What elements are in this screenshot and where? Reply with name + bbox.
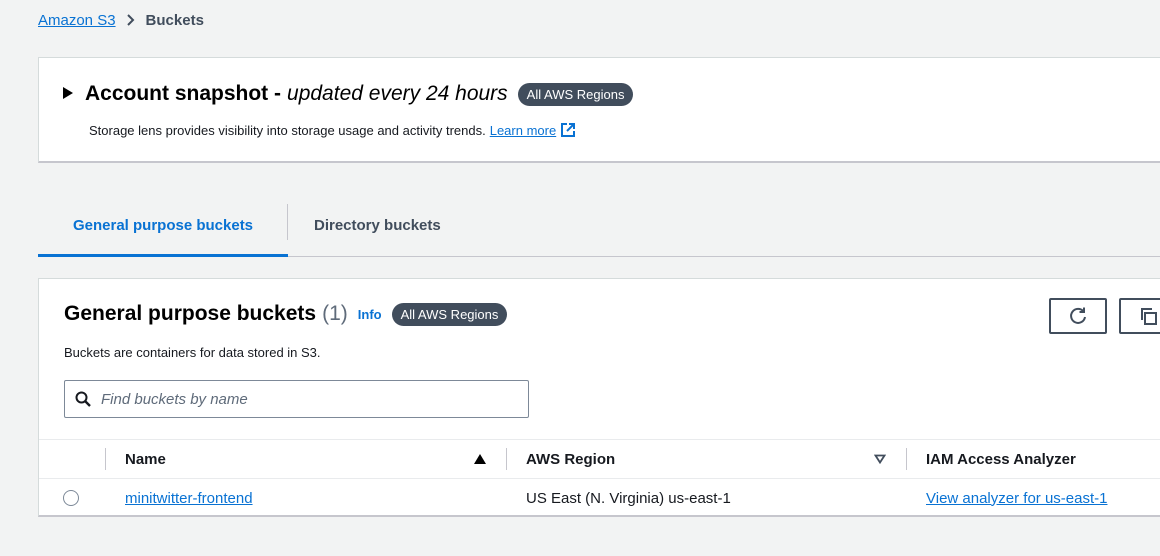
account-snapshot-subtitle: updated every 24 hours xyxy=(287,82,508,105)
refresh-icon xyxy=(1070,307,1086,324)
table-row: minitwitter-frontend US East (N. Virgini… xyxy=(39,479,1160,517)
tab-divider xyxy=(287,204,288,240)
column-divider xyxy=(906,448,907,470)
account-snapshot-panel: Account snapshot - updated every 24 hour… xyxy=(38,57,1160,163)
region-badge: All AWS Regions xyxy=(391,302,508,326)
sort-asc-icon[interactable] xyxy=(473,440,487,478)
breadcrumb-amazon-s3-link[interactable]: Amazon S3 xyxy=(38,12,116,29)
account-snapshot-header[interactable]: Account snapshot - updated every 24 hour… xyxy=(63,82,634,106)
breadcrumb-separator-icon xyxy=(126,13,136,29)
snapshot-description-text: Storage lens provides visibility into st… xyxy=(89,122,486,138)
search-input[interactable] xyxy=(99,389,503,409)
breadcrumb: Amazon S3 Buckets xyxy=(38,12,204,29)
row-select-radio[interactable] xyxy=(63,490,79,506)
general-purpose-buckets-panel: General purpose buckets (1) Info All AWS… xyxy=(38,278,1160,517)
account-snapshot-description: Storage lens provides visibility into st… xyxy=(89,122,576,138)
bucket-region-cell: US East (N. Virginia) us-east-1 xyxy=(526,489,731,507)
column-header-region[interactable]: AWS Region xyxy=(526,440,615,478)
tab-directory-buckets[interactable]: Directory buckets xyxy=(314,196,441,254)
account-snapshot-title: Account snapshot - xyxy=(85,82,282,105)
caret-right-icon[interactable] xyxy=(63,86,73,102)
bucket-name-link[interactable]: minitwitter-frontend xyxy=(125,490,253,507)
view-analyzer-link[interactable]: View analyzer for us-east-1 xyxy=(926,490,1107,507)
search-field[interactable] xyxy=(64,380,529,418)
buckets-header: General purpose buckets (1) Info All AWS… xyxy=(64,302,508,326)
tab-general-purpose-buckets[interactable]: General purpose buckets xyxy=(38,196,288,257)
access-analyzer-cell: View analyzer for us-east-1 xyxy=(926,479,1107,517)
sort-desc-icon[interactable] xyxy=(874,440,886,478)
refresh-button[interactable] xyxy=(1049,298,1107,334)
buckets-table: Name AWS Region IAM Access Analyzer mini… xyxy=(39,439,1160,517)
bucket-type-tabs: General purpose buckets Directory bucket… xyxy=(38,196,1160,257)
external-link-icon[interactable] xyxy=(560,122,576,138)
buckets-description: Buckets are containers for data stored i… xyxy=(64,345,321,360)
search-icon xyxy=(75,391,91,407)
buckets-title: General purpose buckets xyxy=(64,302,317,325)
learn-more-link[interactable]: Learn more xyxy=(490,123,556,138)
buckets-count: (1) xyxy=(322,302,348,325)
info-link[interactable]: Info xyxy=(358,307,382,322)
region-badge: All AWS Regions xyxy=(517,82,634,106)
copy-icon xyxy=(1141,308,1157,325)
column-header-name[interactable]: Name xyxy=(125,440,166,478)
breadcrumb-current: Buckets xyxy=(145,12,204,29)
table-header: Name AWS Region IAM Access Analyzer xyxy=(39,439,1160,479)
column-header-access-analyzer[interactable]: IAM Access Analyzer xyxy=(926,440,1076,478)
column-divider xyxy=(506,448,507,470)
column-divider xyxy=(105,448,106,470)
bucket-name-cell: minitwitter-frontend xyxy=(125,479,253,517)
copy-arn-button[interactable] xyxy=(1119,298,1160,334)
